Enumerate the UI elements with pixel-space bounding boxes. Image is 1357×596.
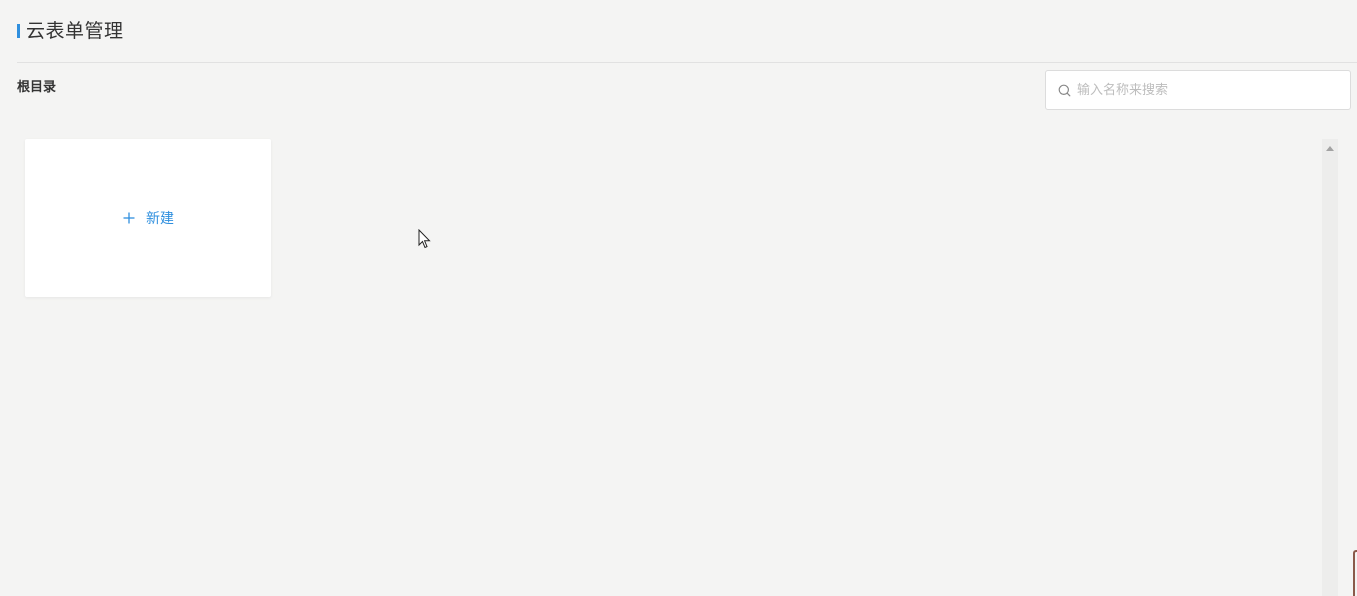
scroll-up-arrow-icon[interactable] <box>1326 146 1334 151</box>
window-corner-edge <box>1353 550 1357 596</box>
plus-icon <box>122 211 136 225</box>
page-header: 云表单管理 <box>17 18 124 44</box>
new-form-label: 新建 <box>146 211 174 227</box>
vertical-scrollbar[interactable] <box>1322 139 1338 596</box>
mouse-cursor-icon <box>418 229 431 249</box>
new-form-button[interactable]: 新建 <box>122 208 174 228</box>
new-form-card[interactable]: 新建 <box>25 139 271 297</box>
search-box[interactable] <box>1045 70 1351 110</box>
search-icon <box>1057 83 1071 97</box>
title-accent-bar <box>17 24 20 38</box>
search-input[interactable] <box>1077 75 1337 105</box>
page-title: 云表单管理 <box>26 20 124 42</box>
cloud-form-page: 云表单管理 根目录 新建 <box>0 0 1357 596</box>
breadcrumb-root[interactable]: 根目录 <box>17 79 56 97</box>
header-divider <box>17 62 1357 63</box>
